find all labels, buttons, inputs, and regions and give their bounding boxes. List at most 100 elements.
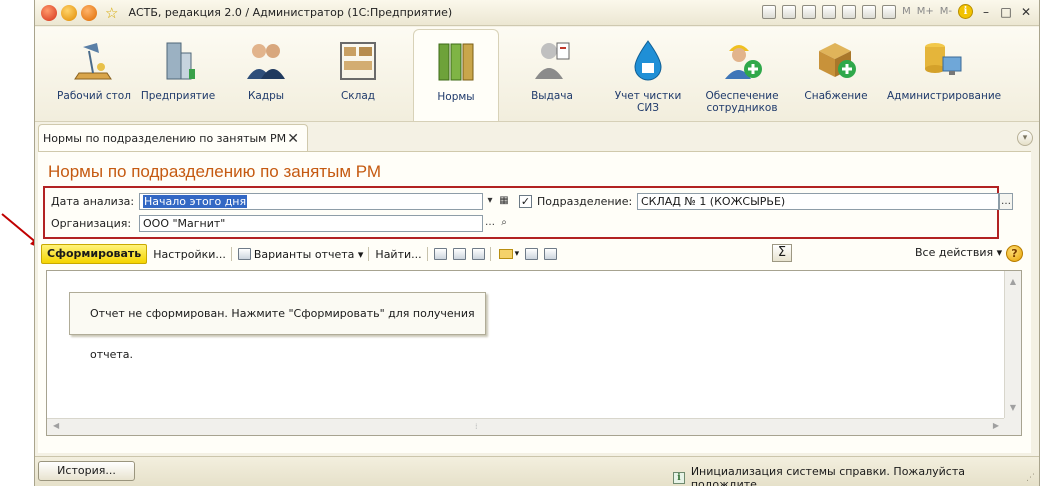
tab-norms-report[interactable]: Нормы по подразделению по занятым РМ ✕ — [38, 124, 308, 152]
section-label: Склад — [340, 90, 376, 102]
section-label: Рабочий стол — [57, 90, 131, 102]
date-value: Начало этого дня — [143, 195, 248, 208]
memory-plus-button[interactable]: M+ — [917, 6, 934, 17]
section-label: Выдача — [531, 90, 573, 102]
date-field[interactable]: Начало этого дня — [139, 193, 483, 210]
email-icon[interactable] — [498, 249, 513, 259]
report-variants-icon — [237, 248, 251, 260]
scroll-corner — [1004, 418, 1021, 435]
section-label: Кадры — [247, 90, 285, 102]
search-icon[interactable]: ⌕ — [497, 215, 511, 232]
page-title: Нормы по подразделению по занятым РМ — [48, 162, 382, 181]
add-favorite-icon[interactable] — [822, 4, 837, 19]
status-text: Инициализация системы справки. Пожалуйст… — [690, 465, 965, 486]
save-icon[interactable] — [471, 248, 485, 260]
section-hr[interactable]: Кадры — [223, 29, 309, 121]
status-message: i Инициализация системы справки. Пожалуй… — [673, 465, 1039, 486]
section-norms[interactable]: Нормы — [413, 29, 499, 121]
dropdown-icon[interactable]: ▾ — [483, 193, 497, 210]
report-form: Нормы по подразделению по занятым РМ Дат… — [38, 151, 1031, 453]
worker-add-icon — [725, 45, 762, 79]
section-employee-supply[interactable]: Обеспечение сотрудников — [699, 29, 785, 121]
division-checkbox[interactable]: ✓ — [519, 195, 532, 208]
division-select-button[interactable]: … — [999, 193, 1013, 210]
variants-button[interactable]: Варианты отчета ▾ — [254, 248, 364, 261]
section-enterprise[interactable]: Предприятие — [135, 29, 221, 121]
sections-panel: Рабочий стол Предприятие Кадры Склад Нор… — [35, 27, 1039, 122]
back-icon[interactable] — [61, 4, 77, 21]
all-actions-menu[interactable]: Все действия ▾ — [915, 246, 1002, 259]
resize-grip-icon[interactable]: ⋰ — [1026, 473, 1035, 483]
scroll-up-icon[interactable]: ▲ — [1007, 276, 1019, 288]
generate-button[interactable]: Сформировать — [41, 244, 148, 264]
separator — [368, 247, 370, 261]
tab-close-icon[interactable]: ✕ — [287, 131, 299, 147]
app-window: ☆ АСТБ, редакция 2.0 / Администратор (1С… — [34, 0, 1040, 486]
horizontal-scrollbar[interactable]: ◀ ⁞ ▶ — [47, 418, 1005, 435]
minimize-button[interactable]: – — [979, 5, 993, 19]
settings-button[interactable]: Настройки... — [153, 248, 226, 261]
section-cleaning[interactable]: Учет чистки СИЗ — [605, 29, 691, 121]
history-icon[interactable] — [842, 4, 857, 19]
save-icon[interactable] — [762, 4, 777, 19]
help-button[interactable]: ? — [1006, 245, 1023, 262]
section-label: Снабжение — [804, 90, 868, 102]
report-area[interactable]: Отчет не сформирован. Нажмите "Сформиров… — [46, 270, 1022, 436]
building-icon — [166, 42, 195, 80]
print-preview-icon[interactable] — [452, 248, 466, 260]
print-icon[interactable] — [433, 248, 447, 260]
calendar-icon[interactable] — [882, 4, 897, 19]
tab-list-chevron-icon[interactable]: ▾ — [1017, 130, 1033, 146]
status-bar: История... i Инициализация системы справ… — [35, 456, 1039, 486]
find-button[interactable]: Найти... — [375, 248, 421, 261]
variants-label: Варианты отчета — [253, 247, 355, 261]
section-warehouse[interactable]: Склад — [315, 29, 401, 121]
preview-icon[interactable] — [802, 4, 817, 19]
section-label: Предприятие — [140, 90, 216, 102]
section-procurement[interactable]: Снабжение — [793, 29, 879, 121]
section-label: Нормы — [437, 91, 475, 103]
database-pc-icon — [925, 43, 962, 75]
separator — [230, 247, 232, 261]
memory-minus-button[interactable]: M- — [940, 6, 952, 17]
section-issue[interactable]: Выдача — [509, 29, 595, 121]
scroll-left-icon[interactable]: ◀ — [53, 421, 59, 430]
window-title: АСТБ, редакция 2.0 / Администратор (1С:П… — [128, 6, 453, 19]
desk-lamp-icon — [74, 43, 112, 80]
collapse-groups-icon[interactable] — [544, 248, 558, 260]
vertical-scrollbar[interactable]: ▲ ▼ — [1004, 271, 1021, 419]
section-label: Администрирование — [887, 90, 1002, 102]
separator — [426, 247, 428, 261]
organization-field[interactable]: ООО "Магнит" — [139, 215, 483, 232]
expand-groups-icon[interactable] — [525, 248, 539, 260]
info-icon[interactable]: i — [958, 4, 973, 19]
app-logo-icon[interactable] — [41, 4, 57, 21]
all-actions-label: Все действия — [915, 246, 994, 259]
section-administration[interactable]: Администрирование — [887, 29, 1002, 121]
print-icon[interactable] — [782, 4, 797, 19]
scroll-down-icon[interactable]: ▼ — [1007, 402, 1019, 414]
date-label: Дата анализа: — [51, 195, 135, 208]
division-label: Подразделение: — [537, 195, 633, 208]
warehouse-shelf-icon — [340, 42, 376, 80]
calendar-icon[interactable]: ▦ — [497, 193, 511, 210]
calculator-icon[interactable] — [862, 4, 877, 19]
section-desktop[interactable]: Рабочий стол — [51, 29, 137, 121]
division-field[interactable]: СКЛАД № 1 (КОЖСЫРЬЕ) — [637, 193, 999, 210]
close-button[interactable]: ✕ — [1019, 5, 1033, 19]
report-not-generated-notice: Отчет не сформирован. Нажмите "Сформиров… — [69, 292, 486, 361]
separator — [489, 247, 491, 261]
favorites-star-icon[interactable]: ☆ — [105, 5, 118, 21]
memory-button[interactable]: M — [902, 6, 911, 17]
tab-strip: Нормы по подразделению по занятым РМ ✕ ▾ — [35, 122, 1039, 152]
tab-label: Нормы по подразделению по занятым РМ — [43, 132, 287, 145]
history-button[interactable]: История... — [38, 461, 135, 481]
command-bar: Сформировать Настройки... Варианты отчет… — [41, 243, 1026, 265]
organization-select-button[interactable]: … — [483, 215, 497, 232]
info-icon: i — [673, 472, 685, 484]
maximize-button[interactable]: □ — [999, 5, 1013, 19]
forward-icon[interactable] — [81, 4, 97, 21]
email-chevron-down-icon[interactable]: ▾ — [515, 249, 520, 259]
sum-button[interactable]: Σ — [772, 244, 792, 262]
scroll-right-icon[interactable]: ▶ — [993, 421, 999, 430]
